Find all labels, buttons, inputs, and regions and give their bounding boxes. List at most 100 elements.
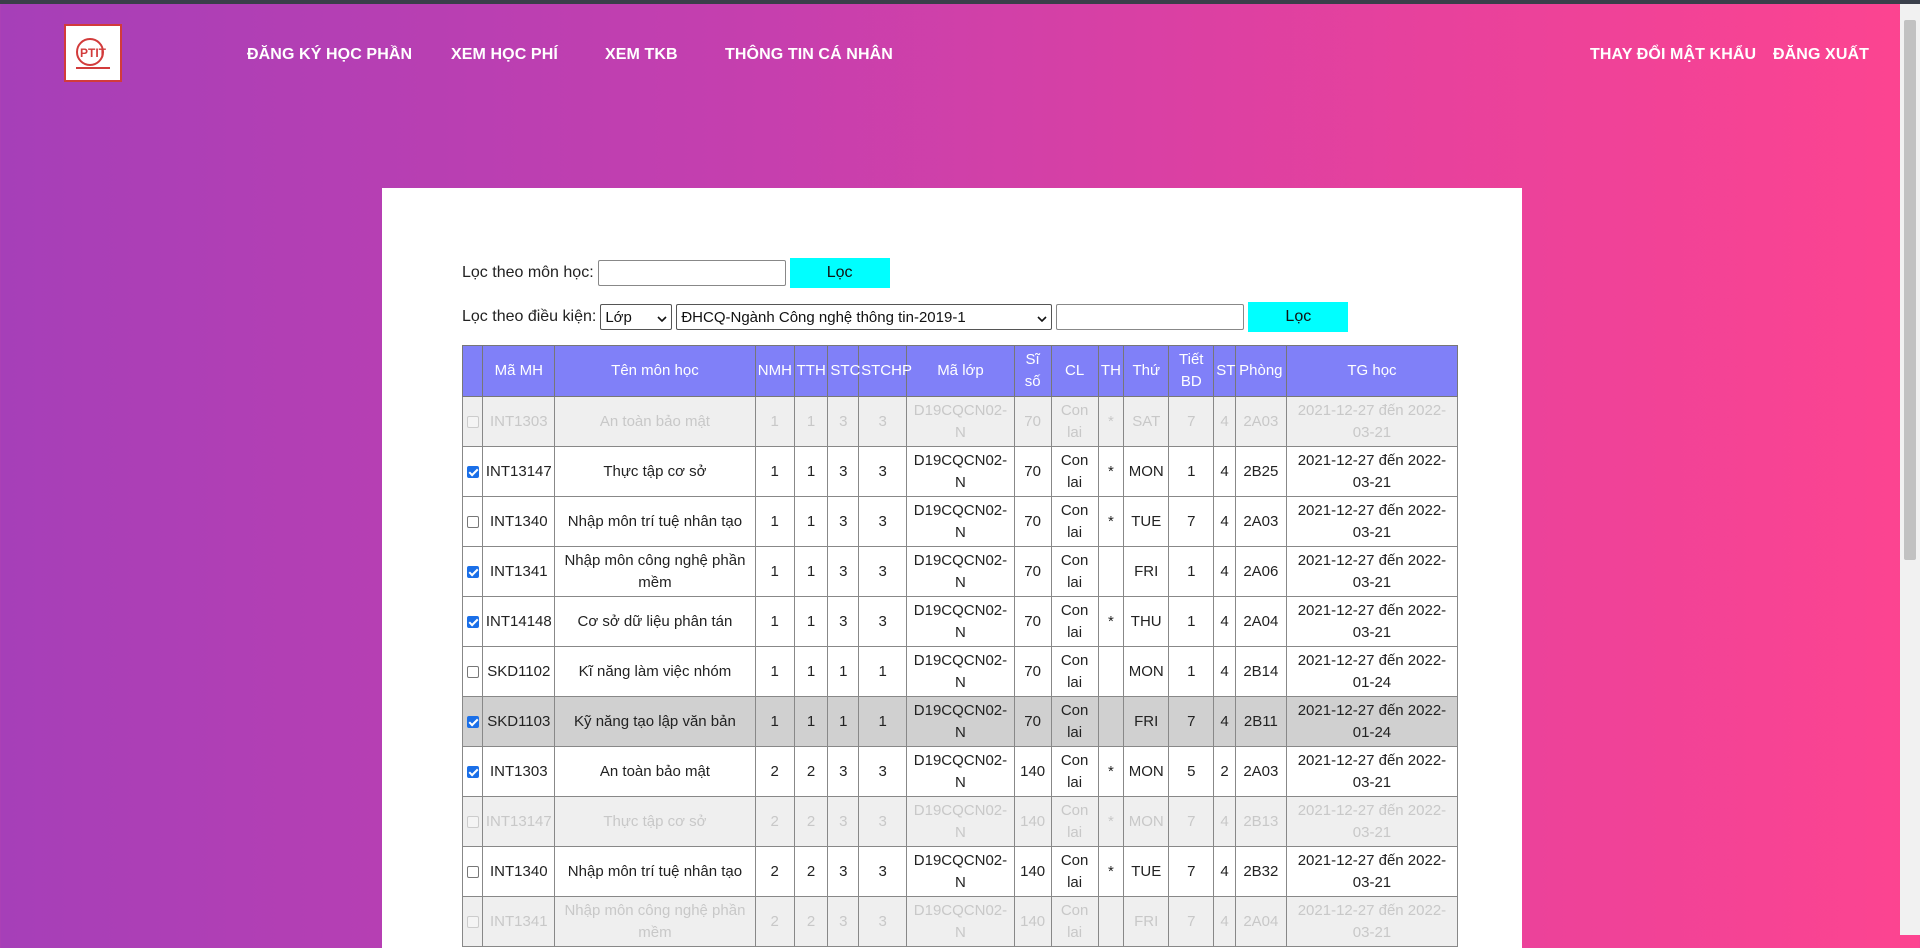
table-cell: * [1097,846,1125,897]
select-cell [461,696,484,747]
table-cell: 7 [1168,496,1215,547]
table-cell: 2021-12-27 đến 2022-03-21 [1285,896,1459,947]
column-header: Tên môn học [554,345,756,397]
table-cell: D19CQCN02-N [906,396,1015,447]
column-header: Sĩ số [1013,345,1052,397]
register-checkbox [466,915,479,928]
condition-type-select[interactable]: Lớp [600,304,673,330]
table-cell: Con lai [1050,646,1099,697]
filter-by-condition-row: Lọc theo điều kiện: Lớp ĐHCQ-Ngành Công … [462,302,1349,332]
table-cell: 70 [1013,496,1052,547]
scrollbar-thumb[interactable] [1904,20,1916,560]
select-cell [461,446,484,497]
table-cell: D19CQCN02-N [906,796,1015,847]
table-cell: * [1097,746,1125,797]
table-cell: 3 [858,396,908,447]
table-cell: 3 [858,796,908,847]
table-cell: 3 [827,796,860,847]
table-cell: 7 [1168,396,1215,447]
column-header: STC [827,345,860,397]
table-cell: 70 [1013,446,1052,497]
table-cell: 1 [754,396,795,447]
select-cell [461,796,484,847]
main-panel: Lọc theo môn học: Lọc Lọc theo điều kiện… [382,188,1522,948]
table-cell: Con lai [1050,896,1099,947]
table-header-row: Mã MH Tên môn học NMH TTH STC STCHP Mã lớp Sĩ s… [461,345,1459,397]
table-cell: D19CQCN02-N [906,846,1015,897]
table-cell: Con lai [1050,796,1099,847]
register-checkbox[interactable] [466,565,479,578]
column-header: TTH [793,345,829,397]
filter-subject-input[interactable] [597,260,786,286]
nav-thong-tin-ca-nhan[interactable]: THÔNG TIN CÁ NHÂN [725,46,893,64]
table-cell: 2021-12-27 đến 2022-03-21 [1285,496,1459,547]
table-cell: 4 [1213,446,1236,497]
table-cell: 1 [754,646,795,697]
class-select[interactable]: ĐHCQ-Ngành Công nghệ thông tin-2019-1 [676,304,1053,330]
table-cell: 4 [1213,496,1236,547]
ptit-logo-icon: PTIT [76,38,110,69]
table-cell: 3 [827,446,860,497]
register-checkbox[interactable] [466,865,479,878]
filter-condition-button[interactable]: Lọc [1248,302,1349,332]
chevron-down-icon [657,309,667,326]
table-cell: 2021-12-27 đến 2022-01-24 [1285,646,1459,697]
table-cell: D19CQCN02-N [906,446,1015,497]
filter-condition-input[interactable] [1056,304,1245,330]
table-cell: 1 [793,596,829,647]
register-checkbox[interactable] [466,665,479,678]
table-cell: 2B14 [1234,646,1287,697]
filter-condition-label: Lọc theo điều kiện: [462,308,597,325]
table-cell [1097,646,1125,697]
nav-thay-doi-mat-khau[interactable]: THAY ĐỔI MẬT KHẨU [1590,46,1756,64]
nav-dang-xuat[interactable]: ĐĂNG XUẤT [1773,46,1869,64]
table-cell: SKD1102 [482,646,556,697]
table-cell: * [1097,796,1125,847]
table-row: INT1340 Nhập môn trí tuệ nhân tạo 2 2 3 3 D19C… [461,846,1459,897]
table-cell: 3 [858,496,908,547]
nav-dang-ky-hoc-phan[interactable]: ĐĂNG KÝ HỌC PHẦN [247,46,412,64]
table-cell: 4 [1213,546,1236,597]
vertical-scrollbar[interactable] [1900,4,1920,935]
table-cell: 3 [858,896,908,947]
table-cell: Con lai [1050,446,1099,497]
table-cell: An toàn bảo mật [554,746,756,797]
table-cell: 4 [1213,696,1236,747]
table-cell: 1 [793,696,829,747]
table-cell: Cơ sở dữ liệu phân tán [554,596,756,647]
table-cell: FRI [1123,696,1170,747]
table-cell: 2A04 [1234,596,1287,647]
register-checkbox[interactable] [466,615,479,628]
register-checkbox[interactable] [466,515,479,528]
table-cell: An toàn bảo mật [554,396,756,447]
table-cell: 3 [827,496,860,547]
table-cell: D19CQCN02-N [906,596,1015,647]
table-cell: 1 [754,496,795,547]
table-cell: Kĩ năng làm việc nhóm [554,646,756,697]
table-cell: 1 [793,496,829,547]
table-cell: 2 [793,796,829,847]
table-cell: INT1340 [482,496,556,547]
register-checkbox[interactable] [466,765,479,778]
table-cell: INT13147 [482,796,556,847]
register-checkbox[interactable] [466,715,479,728]
nav-xem-tkb[interactable]: XEM TKB [605,46,678,64]
table-cell: 2A03 [1234,396,1287,447]
table-cell: 3 [827,396,860,447]
table-cell: Con lai [1050,496,1099,547]
select-cell [461,746,484,797]
ptit-logo[interactable]: PTIT [64,24,122,82]
select-cell [461,546,484,597]
table-cell: 1 [858,696,908,747]
table-cell: INT1340 [482,846,556,897]
column-header: TG học [1285,345,1459,397]
table-cell: 1 [1168,646,1215,697]
table-row: INT1303 An toàn bảo mật 2 2 3 3 D19CQCN02-N 140… [461,746,1459,797]
table-cell: 2021-12-27 đến 2022-03-21 [1285,446,1459,497]
filter-subject-button[interactable]: Lọc [789,258,890,288]
register-checkbox[interactable] [466,465,479,478]
table-cell: * [1097,396,1125,447]
nav-xem-hoc-phi[interactable]: XEM HỌC PHÍ [451,46,558,64]
select-cell [461,846,484,897]
table-cell: INT1341 [482,896,556,947]
